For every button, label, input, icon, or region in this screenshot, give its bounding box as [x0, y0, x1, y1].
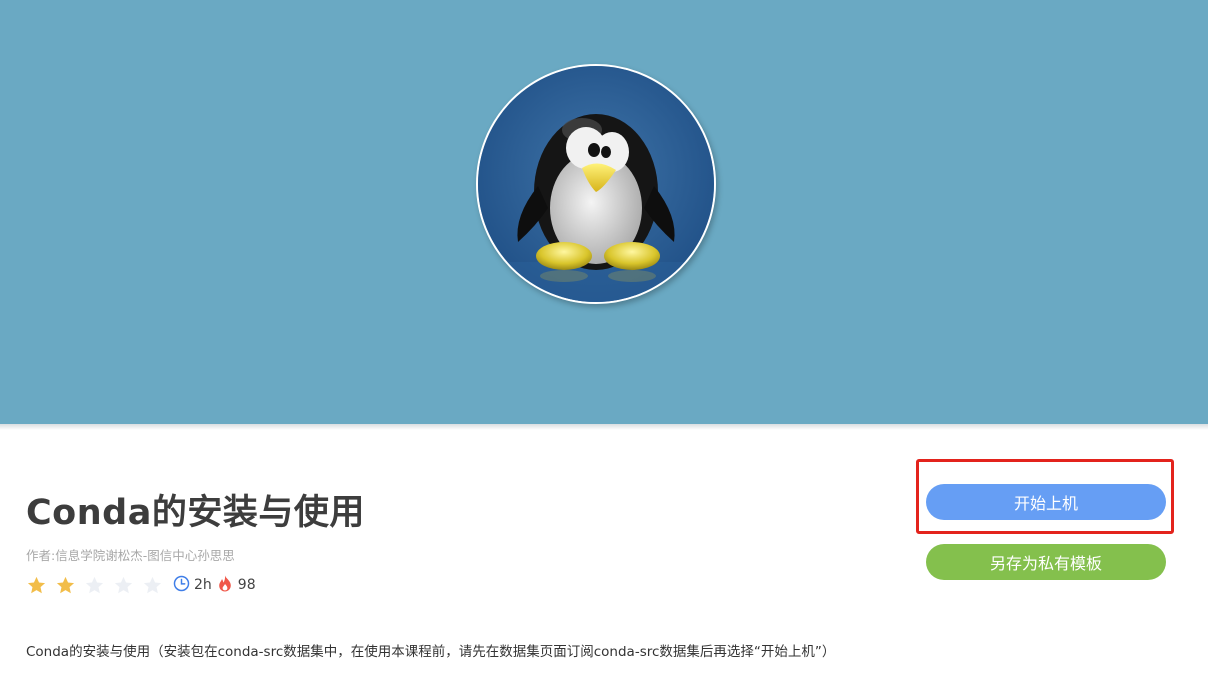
course-duration: 2h — [194, 577, 212, 593]
rating-stars — [26, 575, 171, 596]
flame-icon — [218, 575, 232, 596]
start-lab-button[interactable]: 开始上机 — [926, 484, 1166, 520]
save-as-private-template-button[interactable]: 另存为私有模板 — [926, 544, 1166, 580]
star-empty-icon — [143, 576, 162, 593]
course-description: Conda的安装与使用（安装包在conda-src数据集中，在使用本课程前，请先… — [26, 644, 836, 660]
banner-divider — [0, 424, 1208, 430]
course-cover-image — [476, 64, 716, 304]
clock-icon — [173, 575, 190, 596]
star-empty-icon — [85, 576, 104, 593]
linux-tux-penguin-icon — [478, 66, 714, 302]
course-meta: 2h 98 — [26, 574, 256, 596]
course-popularity: 98 — [237, 577, 256, 593]
star-empty-icon — [114, 576, 133, 593]
star-filled-icon — [27, 576, 46, 593]
course-author: 作者:信息学院谢松杰-图信中心孙思思 — [26, 548, 235, 563]
course-title: Conda的安装与使用 — [26, 493, 365, 533]
star-filled-icon — [56, 576, 75, 593]
